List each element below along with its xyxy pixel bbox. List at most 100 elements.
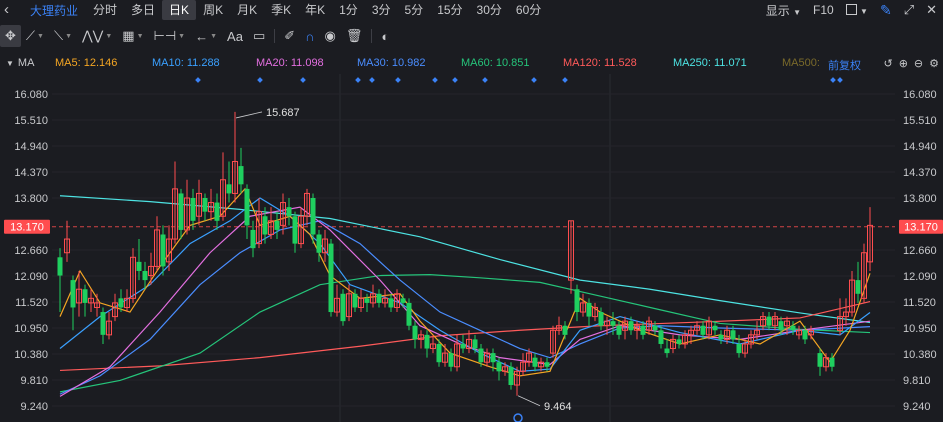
candle-body-down <box>496 362 502 372</box>
comment-icon[interactable]: ▭ <box>248 25 270 47</box>
event-marker <box>432 77 438 83</box>
move-cursor-icon[interactable]: ✥ <box>0 25 21 47</box>
undo-icon[interactable]: ↺ <box>883 57 892 70</box>
y-tick-label-right: 10.950 <box>903 323 937 335</box>
high-annotation-line <box>235 111 263 119</box>
close-icon[interactable]: ✕ <box>926 2 937 18</box>
period-tab-60min[interactable]: 60分 <box>509 0 548 20</box>
candle-body-down <box>790 325 796 331</box>
candle-body-down <box>562 325 568 335</box>
event-marker <box>257 77 263 83</box>
chevron-down-icon: ▼ <box>37 32 44 40</box>
period-tab-5min[interactable]: 5分 <box>398 0 431 20</box>
fibonacci-tool-icon[interactable]: ▦ ▼ <box>117 25 148 47</box>
back-arrow-icon[interactable]: ‹ <box>4 1 9 18</box>
candle-body-down <box>829 357 835 367</box>
arrow-tool-icon[interactable]: ← ▼ <box>190 25 222 47</box>
ma30-value: MA30: 10.982 <box>357 57 426 69</box>
expand-icon[interactable]: ⤢ <box>904 2 914 18</box>
candle-body-down <box>712 325 718 331</box>
kline-chart-svg[interactable]: 16.080 16.080 15.510 15.510 14.940 14.940 14.3… <box>0 74 943 422</box>
period-tab-1min[interactable]: 1分 <box>332 0 365 20</box>
y-tick-label-left: 13.800 <box>14 193 48 205</box>
eraser-icon[interactable]: ✐ <box>279 25 300 47</box>
event-circle-icon <box>513 413 523 422</box>
settings-icon[interactable]: ⚙ <box>929 57 939 70</box>
y-tick-label-right: 9.240 <box>903 401 931 413</box>
event-marker <box>830 77 836 83</box>
toggle-icon[interactable]: ◐ <box>376 25 394 47</box>
candle-body-down <box>652 325 658 331</box>
ma5-value: MA5: 12.146 <box>55 57 118 69</box>
period-tab-15min[interactable]: 15分 <box>430 0 469 20</box>
low-annotation-label: 9.464 <box>544 401 572 413</box>
period-tab-monthly[interactable]: 月K <box>230 0 264 20</box>
y-tick-label-right: 10.380 <box>903 349 937 361</box>
remove-icon[interactable]: ⊖ <box>914 57 923 70</box>
measure-tool-icon[interactable]: ⊢⊣ ▼ <box>149 25 191 47</box>
top-right-controls: 显示 ▼ F10 ▼ ✎ ⤢ ✕ <box>760 0 943 20</box>
chevron-down-icon: ▼ <box>793 7 801 17</box>
draw-pen-icon[interactable]: ✎ <box>880 2 892 19</box>
period-tab-weekly[interactable]: 周K <box>196 0 230 20</box>
high-annotation-label: 15.687 <box>266 107 300 119</box>
candle-body-down <box>532 357 538 367</box>
period-tab-yearly[interactable]: 年K <box>298 0 332 20</box>
candle-body-down <box>586 302 592 317</box>
candle-body-down <box>736 343 742 354</box>
candle-body-down <box>406 302 412 326</box>
event-marker <box>369 77 375 83</box>
y-tick-label-right: 9.810 <box>903 375 931 387</box>
candle-body-down <box>460 343 466 349</box>
stock-title[interactable]: ‹ 大理药业 <box>0 1 86 19</box>
y-tick-label-left: 9.240 <box>20 401 48 413</box>
f10-button[interactable]: F10 <box>813 3 834 17</box>
candle-body-down <box>640 325 646 335</box>
y-tick-label-right: 14.940 <box>903 141 937 153</box>
wave-tool-icon[interactable]: ⋀⋁ ▼ <box>77 25 117 47</box>
candle-body-down <box>202 198 208 212</box>
event-marker <box>300 77 306 83</box>
y-tick-label-left: 11.520 <box>15 297 48 309</box>
candle-body-down <box>718 334 724 340</box>
text-tool[interactable]: Aa <box>222 25 248 47</box>
candle-body-down <box>136 261 142 271</box>
period-tab-daily[interactable]: 日K <box>162 0 197 20</box>
period-tab-3min[interactable]: 3分 <box>365 0 398 20</box>
candle-body-down <box>238 166 244 185</box>
y-tick-label-left: 12.090 <box>14 271 48 283</box>
period-tab-intraday[interactable]: 分时 <box>86 0 124 20</box>
period-tab-multiday[interactable]: 多日 <box>124 0 162 20</box>
layout-dropdown[interactable]: ▼ <box>845 3 868 17</box>
candle-body-down <box>340 293 346 322</box>
chevron-down-icon: ▼ <box>105 32 113 40</box>
line-tool-icon[interactable]: ⟋ ▼ <box>21 25 49 47</box>
collapse-icon[interactable]: ▼ <box>6 59 14 68</box>
candle-body-down <box>190 198 196 221</box>
candle-body-down <box>214 202 220 221</box>
trash-icon[interactable]: 🗑 <box>341 25 368 47</box>
eye-icon[interactable]: ◉ <box>319 25 340 47</box>
ma250-value: MA250: 11.071 <box>673 57 747 69</box>
event-marker <box>531 77 537 83</box>
ma-label: MA <box>17 57 35 69</box>
y-tick-label-right: 12.090 <box>903 271 937 283</box>
candle-body-down <box>664 348 670 354</box>
ray-tool-icon[interactable]: ⟍ ▼ <box>49 25 77 47</box>
adjust-mode-button[interactable]: 前复权 <box>828 57 861 73</box>
candle-body-down <box>82 289 88 303</box>
y-tick-label-left: 12.660 <box>14 245 48 257</box>
candle-body-down <box>610 321 616 326</box>
event-marker <box>355 77 361 83</box>
period-tab-30min[interactable]: 30分 <box>470 0 509 20</box>
kline-chart[interactable]: 16.080 16.080 15.510 15.510 14.940 14.940 14.3… <box>0 74 943 422</box>
y-tick-label-right: 13.800 <box>903 193 937 205</box>
display-dropdown[interactable]: 显示 ▼ <box>766 2 801 19</box>
ma30-line <box>59 220 871 395</box>
y-tick-label-left: 10.950 <box>14 323 48 335</box>
add-icon[interactable]: ⊕ <box>899 57 908 70</box>
candle-body-down <box>274 220 280 230</box>
magnet-icon[interactable]: ∩ <box>300 25 319 47</box>
period-tab-quarterly[interactable]: 季K <box>264 0 298 20</box>
y-tick-label-right: 16.080 <box>903 89 937 101</box>
